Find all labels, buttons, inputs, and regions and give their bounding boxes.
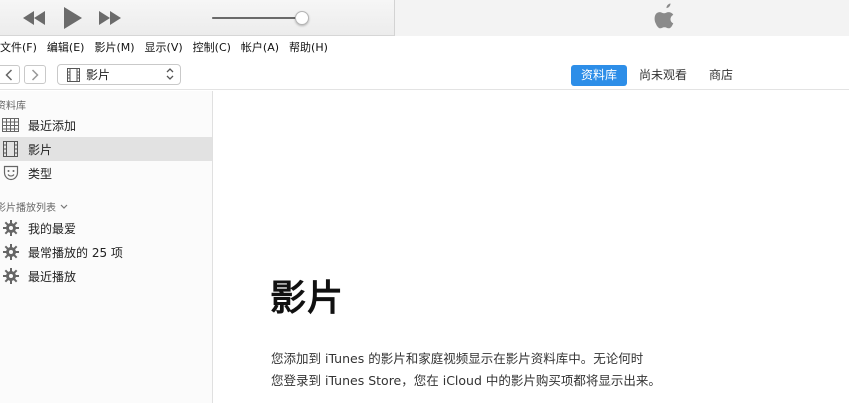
- rewind-icon: [23, 11, 45, 25]
- library-section-header: 资料库: [0, 101, 26, 112]
- sidebar-item-label: 最近添加: [28, 118, 77, 133]
- menu-edit[interactable]: 编辑(E): [42, 37, 90, 58]
- sidebar-item-genres[interactable]: 类型: [0, 161, 212, 185]
- menu-file[interactable]: 文件(F): [0, 37, 42, 58]
- sidebar-item-top-25[interactable]: 最常播放的 25 项: [0, 240, 212, 264]
- sidebar-item-label: 我的最爱: [28, 221, 77, 236]
- play-button[interactable]: [58, 0, 86, 36]
- tab-store[interactable]: 商店: [699, 65, 743, 86]
- select-arrows-icon: [166, 68, 174, 80]
- sidebar-item-movies[interactable]: 影片: [0, 137, 212, 161]
- menu-account[interactable]: 帐户(A): [236, 37, 284, 58]
- player-controls-bar: [0, 0, 849, 36]
- back-button[interactable]: [0, 65, 20, 84]
- status-display: [394, 0, 849, 36]
- volume-slider[interactable]: [212, 8, 316, 28]
- film-icon: [2, 141, 19, 157]
- chevron-left-icon: [5, 68, 13, 81]
- sidebar-item-label: 影片: [28, 142, 53, 157]
- description-line-2: 您登录到 iTunes Store，您在 iCloud 中的影片购买项都将显示出…: [271, 373, 661, 388]
- sidebar-item-recently-added[interactable]: 最近添加: [0, 113, 212, 137]
- toolbar: 影片 资料库 尚未观看 商店: [0, 59, 849, 90]
- menu-bar: 文件(F) 编辑(E) 影片(M) 显示(V) 控制(C) 帐户(A) 帮助(H…: [0, 37, 849, 58]
- apple-logo-icon: [652, 2, 678, 32]
- sidebar-item-label: 最常播放的 25 项: [28, 245, 123, 260]
- fast-forward-icon: [99, 11, 121, 25]
- description-line-1: 您添加到 iTunes 的影片和家庭视频显示在影片资料库中。无论何时: [271, 351, 644, 366]
- menu-controls[interactable]: 控制(C): [188, 37, 236, 58]
- fast-forward-button[interactable]: [96, 0, 124, 36]
- view-tabs: 资料库 尚未观看 商店: [571, 65, 745, 86]
- menu-movies[interactable]: 影片(M): [89, 37, 139, 58]
- chevron-right-icon: [31, 68, 39, 81]
- media-type-select[interactable]: 影片: [57, 64, 181, 85]
- playlists-section-header[interactable]: 影片播放列表: [0, 199, 68, 214]
- theater-masks-icon: [2, 165, 19, 181]
- page-title: 影片: [270, 278, 345, 319]
- media-type-label: 影片: [86, 68, 111, 82]
- sidebar: 资料库 最近添加 影片 类型 影片播放列表 我的最爱 最常播放的 25 项 最近…: [0, 91, 213, 403]
- sidebar-item-recently-played[interactable]: 最近播放: [0, 264, 212, 288]
- sidebar-item-label: 类型: [28, 166, 53, 181]
- playlists-header-label: 影片播放列表: [0, 203, 56, 214]
- grid-icon: [2, 117, 19, 133]
- menu-view[interactable]: 显示(V): [140, 37, 188, 58]
- film-icon: [67, 67, 80, 82]
- sidebar-item-favorites[interactable]: 我的最爱: [0, 216, 212, 240]
- main-content: 影片 您添加到 iTunes 的影片和家庭视频显示在影片资料库中。无论何时 您登…: [214, 91, 849, 403]
- tab-library[interactable]: 资料库: [571, 65, 628, 86]
- sidebar-item-label: 最近播放: [28, 269, 77, 284]
- play-icon: [64, 7, 82, 29]
- chevron-down-icon: [60, 204, 68, 209]
- rewind-button[interactable]: [20, 0, 48, 36]
- tab-unwatched[interactable]: 尚未观看: [629, 65, 697, 86]
- volume-knob[interactable]: [294, 11, 309, 25]
- forward-button[interactable]: [24, 65, 46, 84]
- gear-icon: [2, 244, 19, 260]
- gear-icon: [2, 220, 19, 236]
- gear-icon: [2, 268, 19, 284]
- volume-fill: [212, 17, 297, 19]
- menu-help[interactable]: 帮助(H): [284, 37, 333, 58]
